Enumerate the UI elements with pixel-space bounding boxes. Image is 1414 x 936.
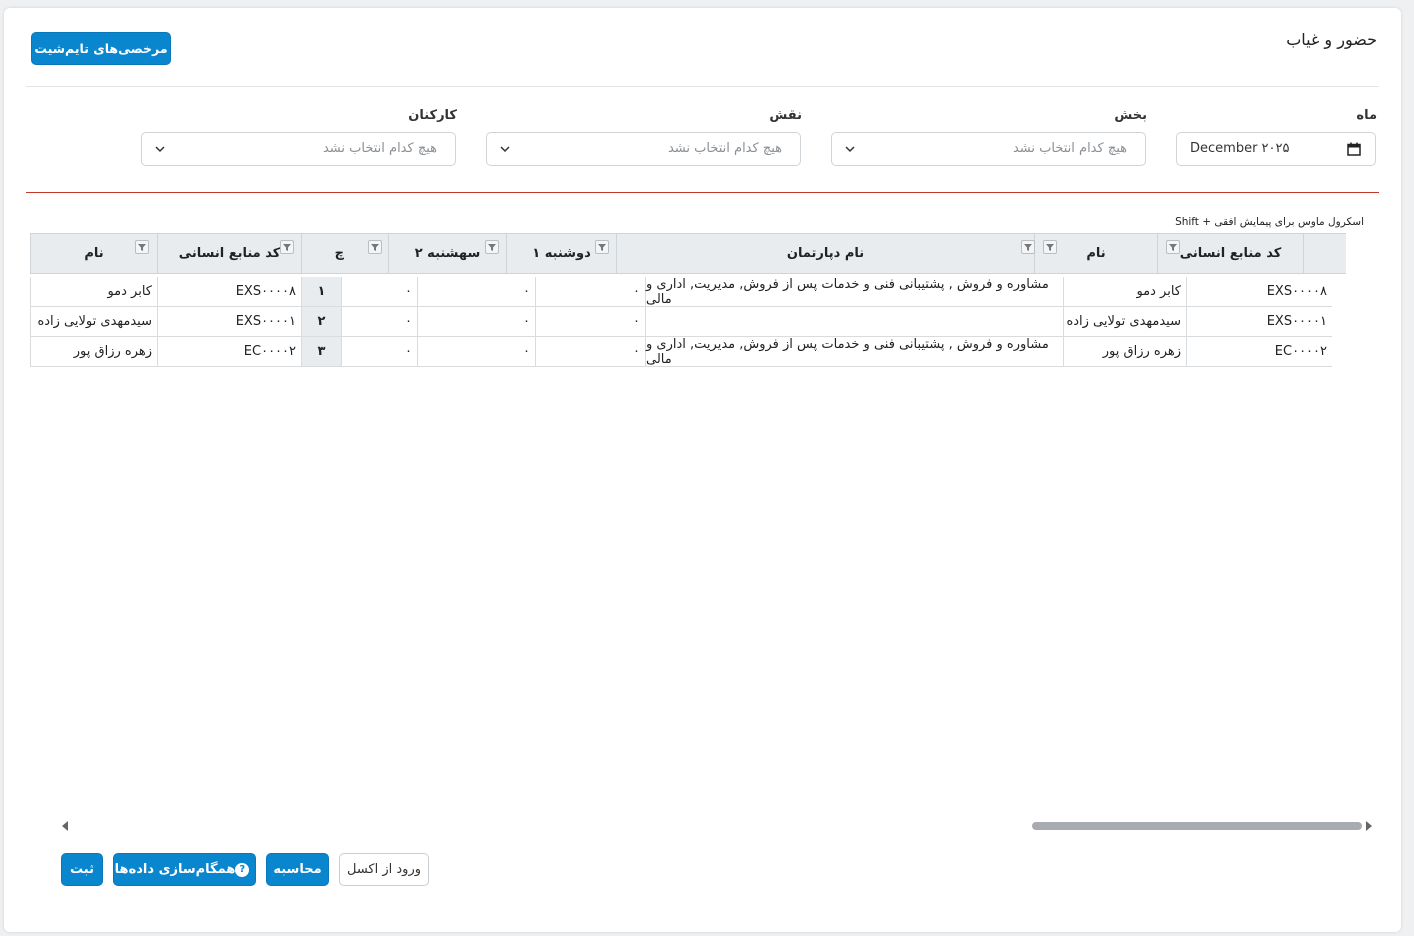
cell-monday1[interactable]: ۰ (535, 337, 645, 367)
section-label: بخش (1114, 108, 1147, 123)
cell-row-index[interactable]: ۲ (301, 307, 341, 337)
main-card: حضور و غیاب مرخصی‌های تایم‌شیت ماه Decem… (4, 8, 1401, 932)
header-w[interactable]: چ (301, 233, 388, 274)
filter-icon[interactable] (595, 240, 609, 254)
staff-placeholder: هیچ کدام انتخاب نشد (322, 141, 437, 156)
calendar-icon[interactable] (1347, 142, 1361, 156)
cell-name-2[interactable]: کابر دمو (30, 277, 157, 307)
filter-icon[interactable] (485, 240, 499, 254)
cell-row-index[interactable]: ۱ (301, 277, 341, 307)
cell-hr-code-2[interactable]: EC۰۰۰۰۲ (157, 337, 301, 367)
calculate-button[interactable]: محاسبه (266, 853, 329, 886)
chevron-down-icon (845, 146, 855, 153)
section-placeholder: هیچ کدام انتخاب نشد (1012, 141, 1127, 156)
cell-tuesday2[interactable]: ۰ (417, 307, 535, 337)
cell-w[interactable]: ۰ (341, 277, 417, 307)
scroll-hint: Shift + اسکرول ماوس برای پیمایش افقی (1175, 216, 1364, 228)
chevron-down-icon (500, 146, 510, 153)
filter-icon[interactable] (280, 240, 294, 254)
cell-w[interactable]: ۰ (341, 337, 417, 367)
sync-label: همگام‌سازی داده‌ها (114, 862, 236, 877)
cell-name[interactable]: کابر دمو (1063, 277, 1186, 307)
header-name-2[interactable]: نام (30, 233, 157, 274)
scroll-right-icon[interactable] (1366, 821, 1372, 831)
cell-department[interactable]: مشاوره و فروش , پشتیبانی فنی و خدمات پس … (645, 337, 1063, 367)
filter-icon[interactable] (368, 240, 382, 254)
cell-hr-code[interactable]: EC۰۰۰۰۲ (1186, 337, 1332, 367)
header-tuesday2[interactable]: سهشنبه ۲ (388, 233, 506, 274)
header-divider (26, 86, 1379, 87)
cell-hr-code-2[interactable]: EXS۰۰۰۰۱ (157, 307, 301, 337)
header-hr-code[interactable]: کد منابع انسانی (1157, 233, 1303, 274)
cell-tuesday2[interactable]: ۰ (417, 277, 535, 307)
role-label: نقش (769, 108, 802, 123)
cell-monday1[interactable]: ۰ (535, 277, 645, 307)
filter-icon[interactable] (1021, 240, 1035, 254)
filter-divider (26, 192, 1379, 193)
header-monday1[interactable]: دوشنبه ۱ (506, 233, 616, 274)
cell-name-2[interactable]: سیدمهدی تولایی زاده (30, 307, 157, 337)
page-title: حضور و غیاب (1286, 30, 1377, 49)
header-corner (1303, 233, 1346, 274)
excel-import-button[interactable]: ورود از اکسل (339, 853, 429, 886)
month-label: ماه (1356, 108, 1377, 123)
scroll-thumb[interactable] (1032, 822, 1362, 830)
staff-select[interactable]: هیچ کدام انتخاب نشد (141, 132, 456, 166)
submit-button[interactable]: ثبت (61, 853, 103, 886)
header-name[interactable]: نام (1034, 233, 1157, 274)
filter-icon[interactable] (135, 240, 149, 254)
scroll-left-icon[interactable] (62, 821, 68, 831)
sync-data-button[interactable]: همگام‌سازی داده‌ها ? (113, 853, 256, 886)
cell-w[interactable]: ۰ (341, 307, 417, 337)
horizontal-scrollbar[interactable] (62, 818, 1372, 832)
cell-hr-code-2[interactable]: EXS۰۰۰۰۸ (157, 277, 301, 307)
role-placeholder: هیچ کدام انتخاب نشد (667, 141, 782, 156)
month-value: December ۲۰۲۵ (1190, 141, 1290, 156)
cell-department[interactable]: مشاوره و فروش , پشتیبانی فنی و خدمات پس … (645, 277, 1063, 307)
help-icon[interactable]: ? (235, 862, 250, 877)
filter-icon[interactable] (1043, 240, 1057, 254)
staff-label: کارکنان (408, 108, 457, 123)
filter-icon[interactable] (1166, 240, 1180, 254)
cell-hr-code[interactable]: EXS۰۰۰۰۱ (1186, 307, 1332, 337)
cell-tuesday2[interactable]: ۰ (417, 337, 535, 367)
cell-name-2[interactable]: زهره رزاق پور (30, 337, 157, 367)
timesheet-leaves-button[interactable]: مرخصی‌های تایم‌شیت (31, 32, 171, 65)
header-hr-code-2[interactable]: کد منابع انسانی (157, 233, 301, 274)
month-date-input[interactable]: December ۲۰۲۵ (1176, 132, 1376, 166)
cell-row-index[interactable]: ۳ (301, 337, 341, 367)
cell-department[interactable] (645, 307, 1063, 337)
chevron-down-icon (155, 146, 165, 153)
cell-name[interactable]: سیدمهدی تولایی زاده (1063, 307, 1186, 337)
cell-name[interactable]: زهره رزاق پور (1063, 337, 1186, 367)
section-select[interactable]: هیچ کدام انتخاب نشد (831, 132, 1146, 166)
cell-monday1[interactable]: ۰ (535, 307, 645, 337)
cell-hr-code[interactable]: EXS۰۰۰۰۸ (1186, 277, 1332, 307)
role-select[interactable]: هیچ کدام انتخاب نشد (486, 132, 801, 166)
header-department[interactable]: نام دپارتمان (616, 233, 1035, 274)
